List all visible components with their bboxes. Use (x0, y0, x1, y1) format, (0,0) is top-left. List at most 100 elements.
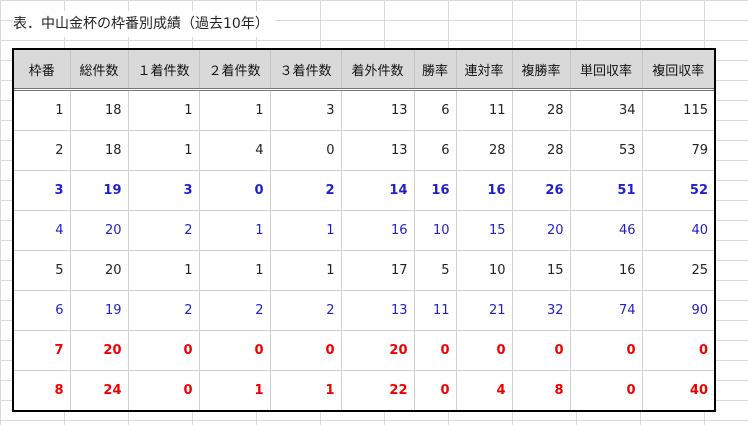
table-cell: 15 (455, 210, 512, 251)
table-cell: 1 (14, 89, 70, 131)
stats-table-container: 枠番 総件数 １着件数 ２着件数 ３着件数 着外件数 勝率 連対率 複勝率 単回… (12, 48, 716, 412)
header-cell: 複回収率 (641, 50, 714, 91)
table-cell: 5 (14, 250, 70, 291)
table-cell: 74 (569, 290, 642, 331)
table-cell: 79 (641, 130, 714, 171)
table-cell: 1 (269, 370, 341, 410)
table-cell: 20 (69, 330, 128, 371)
table-cell: 1 (198, 210, 270, 251)
table-cell: 0 (269, 330, 341, 371)
table-cell: 0 (127, 330, 199, 371)
table-cell: 16 (455, 170, 512, 211)
table-cell: 0 (511, 330, 570, 371)
table-cell: 20 (511, 210, 570, 251)
table-cell: 3 (127, 170, 199, 211)
table-cell: 0 (413, 370, 456, 410)
table-cell: 8 (511, 370, 570, 410)
table-cell: 15 (511, 250, 570, 291)
table-cell: 46 (569, 210, 642, 251)
table-row: 1 18 1 1 3 13 6 11 28 34 115 (14, 89, 714, 131)
table-cell: 1 (198, 250, 270, 291)
table-cell: 13 (340, 130, 414, 171)
table-cell: 14 (340, 170, 414, 211)
table-cell: 8 (54, 383, 64, 398)
header-cell: 複勝率 (511, 50, 570, 91)
table-cell: 0 (198, 330, 270, 371)
table-cell: 4 (198, 130, 270, 171)
header-cell: 勝率 (413, 50, 456, 91)
table-cell: 52 (641, 170, 714, 211)
table-row: 2 18 1 4 0 13 6 28 28 53 79 (14, 130, 714, 171)
table-cell: 28 (511, 89, 570, 131)
table-row: 4 20 2 1 1 16 10 15 20 46 40 (14, 210, 714, 251)
header-cell: ２着件数 (198, 50, 270, 91)
table-cell: 51 (569, 170, 642, 211)
table-cell: 1 (269, 210, 341, 251)
table-cell: 22 (340, 370, 414, 410)
header-cell: 着外件数 (340, 50, 414, 91)
table-cell: 1 (127, 130, 199, 171)
table-cell: 13 (340, 290, 414, 331)
table-cell: 3 (269, 89, 341, 131)
table-cell: 0 (269, 130, 341, 171)
table-cell: 1 (269, 250, 341, 291)
table-cell: 10 (413, 210, 456, 251)
table-cell: 25 (641, 250, 714, 291)
table-cell: 1 (127, 250, 199, 291)
table-cell: 2 (198, 290, 270, 331)
table-row: 3 19 3 0 2 14 16 16 26 51 52 (14, 170, 714, 211)
table-cell: 17 (340, 250, 414, 291)
table-body: 1 18 1 1 3 13 6 11 28 34 115 2 18 1 4 0 13 6 28 28 53 79 3 19 3 0… (14, 89, 714, 410)
table-caption: 表．中山金杯の枠番別成績（過去10年） (13, 11, 275, 37)
table-cell: 26 (511, 170, 570, 211)
table-cell: 2 (269, 170, 341, 211)
table-cell: 6 (413, 130, 456, 171)
header-cell: ３着件数 (269, 50, 341, 91)
table-cell: 2 (14, 130, 70, 171)
table-cell: 6 (413, 89, 456, 131)
table-cell: 11 (455, 89, 512, 131)
table-cell: 28 (455, 130, 512, 171)
table-cell: 53 (569, 130, 642, 171)
table-row: 8 24 0 1 1 22 0 4 8 0 40 (14, 370, 714, 410)
header-row: 枠番 総件数 １着件数 ２着件数 ３着件数 着外件数 勝率 連対率 複勝率 単回… (14, 50, 714, 91)
table-cell: 1 (127, 89, 199, 131)
table-cell: 0 (641, 330, 714, 371)
table-row: 5 20 1 1 1 17 5 10 15 16 25 (14, 250, 714, 291)
table-cell: 6 (14, 290, 70, 331)
table-cell: 90 (641, 290, 714, 331)
header-cell: １着件数 (127, 50, 199, 91)
table-cell: 0 (198, 170, 270, 211)
table-cell: 19 (69, 290, 128, 331)
table-cell: 0 (127, 370, 199, 410)
table-cell: 20 (340, 330, 414, 371)
table-row: 6 19 2 2 2 13 11 21 32 74 90 (14, 290, 714, 331)
table-cell: 115 (641, 89, 714, 131)
table-cell: 10 (455, 250, 512, 291)
header-cell: 総件数 (69, 50, 128, 91)
table-cell: 1 (198, 370, 270, 410)
table-cell: 2 (127, 290, 199, 331)
table-cell: 0 (569, 330, 642, 371)
table-cell: 3 (14, 170, 70, 211)
table-cell: 1 (198, 89, 270, 131)
table-cell: 40 (641, 210, 714, 251)
table-cell: 20 (69, 250, 128, 291)
waku-stats-table: 枠番 総件数 １着件数 ２着件数 ３着件数 着外件数 勝率 連対率 複勝率 単回… (14, 50, 714, 410)
table-cell: 2 (269, 290, 341, 331)
table-cell: 34 (569, 89, 642, 131)
table-cell: 24 (69, 370, 128, 410)
table-cell: 7 (14, 330, 70, 371)
header-cell: 単回収率 (569, 50, 642, 91)
table-cell: 13 (340, 89, 414, 131)
table-cell: 0 (413, 330, 456, 371)
table-cell: 18 (69, 130, 128, 171)
table-cell: 4 (14, 210, 70, 251)
table-cell: 19 (69, 170, 128, 211)
table-cell: 40 (641, 370, 714, 410)
table-cell: 28 (511, 130, 570, 171)
table-cell: 2 (127, 210, 199, 251)
table-cell: 16 (340, 210, 414, 251)
table-cell: 20 (69, 210, 128, 251)
table-cell: 16 (413, 170, 456, 211)
